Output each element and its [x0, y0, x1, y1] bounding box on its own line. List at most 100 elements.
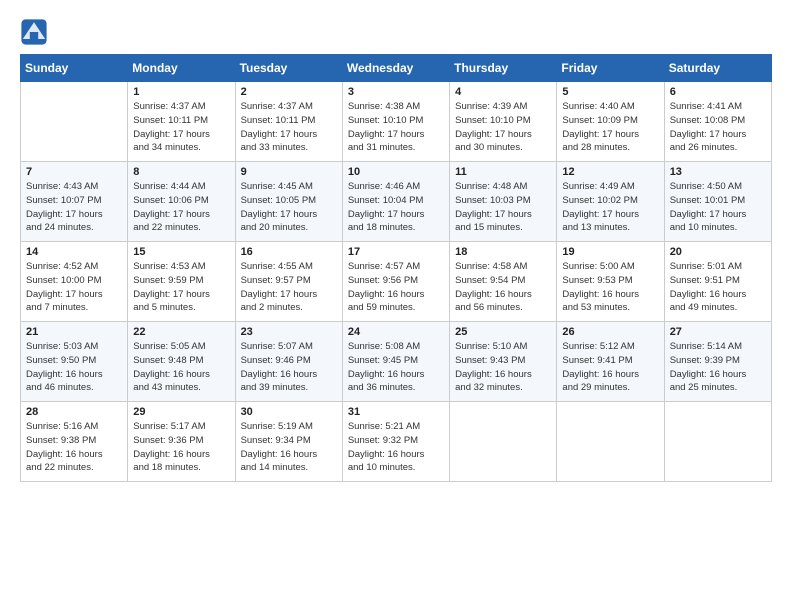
calendar-cell: 15Sunrise: 4:53 AM Sunset: 9:59 PM Dayli…	[128, 242, 235, 322]
calendar-week-1: 1Sunrise: 4:37 AM Sunset: 10:11 PM Dayli…	[21, 82, 772, 162]
calendar-cell: 28 Sunrise: 5:16 AM Sunset: 9:38 PM Dayli…	[21, 402, 128, 482]
calendar-cell: 6 Sunrise: 4:41 AM Sunset: 10:08 PM Dayli…	[664, 82, 771, 162]
day-number: 27	[670, 326, 766, 338]
day-number: 30	[241, 406, 337, 418]
day-info: Sunrise: 4:48 AM Sunset: 10:03 PM Daylig…	[455, 180, 551, 235]
calendar-cell	[450, 402, 557, 482]
day-number: 14	[26, 246, 122, 258]
calendar-cell: 29 Sunrise: 5:17 AM Sunset: 9:36 PM Dayli…	[128, 402, 235, 482]
day-info: Sunrise: 4:38 AM Sunset: 10:10 PM Daylig…	[348, 100, 444, 155]
header-day-friday: Friday	[557, 55, 664, 82]
day-number: 12	[562, 166, 658, 178]
day-number: 3	[348, 86, 444, 98]
calendar-week-2: 7 Sunrise: 4:43 AM Sunset: 10:07 PM Dayli…	[21, 162, 772, 242]
calendar-body: 1Sunrise: 4:37 AM Sunset: 10:11 PM Dayli…	[21, 82, 772, 482]
calendar-cell: 11Sunrise: 4:48 AM Sunset: 10:03 PM Dayl…	[450, 162, 557, 242]
day-info: Sunrise: 4:39 AM Sunset: 10:10 PM Daylig…	[455, 100, 551, 155]
day-number: 9	[241, 166, 337, 178]
calendar-week-3: 14Sunrise: 4:52 AM Sunset: 10:00 PM Dayl…	[21, 242, 772, 322]
calendar-cell: 24 Sunrise: 5:08 AM Sunset: 9:45 PM Dayli…	[342, 322, 449, 402]
calendar-cell: 2Sunrise: 4:37 AM Sunset: 10:11 PM Dayli…	[235, 82, 342, 162]
day-number: 29	[133, 406, 229, 418]
header-row	[20, 18, 772, 46]
day-info: Sunrise: 5:08 AM Sunset: 9:45 PM Dayligh…	[348, 340, 444, 395]
day-number: 25	[455, 326, 551, 338]
day-info: Sunrise: 4:43 AM Sunset: 10:07 PM Daylig…	[26, 180, 122, 235]
day-info: Sunrise: 5:10 AM Sunset: 9:43 PM Dayligh…	[455, 340, 551, 395]
day-info: Sunrise: 4:37 AM Sunset: 10:11 PM Daylig…	[241, 100, 337, 155]
calendar-container: SundayMondayTuesdayWednesdayThursdayFrid…	[0, 0, 792, 492]
calendar-cell: 19Sunrise: 5:00 AM Sunset: 9:53 PM Dayli…	[557, 242, 664, 322]
calendar-cell: 16Sunrise: 4:55 AM Sunset: 9:57 PM Dayli…	[235, 242, 342, 322]
calendar-cell: 5Sunrise: 4:40 AM Sunset: 10:09 PM Dayli…	[557, 82, 664, 162]
day-info: Sunrise: 5:07 AM Sunset: 9:46 PM Dayligh…	[241, 340, 337, 395]
day-number: 21	[26, 326, 122, 338]
day-number: 20	[670, 246, 766, 258]
calendar-week-5: 28 Sunrise: 5:16 AM Sunset: 9:38 PM Dayli…	[21, 402, 772, 482]
calendar-cell: 20 Sunrise: 5:01 AM Sunset: 9:51 PM Dayli…	[664, 242, 771, 322]
calendar-cell: 18 Sunrise: 4:58 AM Sunset: 9:54 PM Dayli…	[450, 242, 557, 322]
day-number: 24	[348, 326, 444, 338]
day-info: Sunrise: 5:21 AM Sunset: 9:32 PM Dayligh…	[348, 420, 444, 475]
day-info: Sunrise: 5:17 AM Sunset: 9:36 PM Dayligh…	[133, 420, 229, 475]
calendar-header: SundayMondayTuesdayWednesdayThursdayFrid…	[21, 55, 772, 82]
day-number: 15	[133, 246, 229, 258]
day-info: Sunrise: 4:45 AM Sunset: 10:05 PM Daylig…	[241, 180, 337, 235]
calendar-cell: 25 Sunrise: 5:10 AM Sunset: 9:43 PM Dayli…	[450, 322, 557, 402]
calendar-cell: 12 Sunrise: 4:49 AM Sunset: 10:02 PM Dayl…	[557, 162, 664, 242]
day-number: 28	[26, 406, 122, 418]
calendar-cell: 22Sunrise: 5:05 AM Sunset: 9:48 PM Dayli…	[128, 322, 235, 402]
day-info: Sunrise: 5:01 AM Sunset: 9:51 PM Dayligh…	[670, 260, 766, 315]
day-info: Sunrise: 5:16 AM Sunset: 9:38 PM Dayligh…	[26, 420, 122, 475]
logo	[20, 18, 52, 46]
calendar-cell: 30Sunrise: 5:19 AM Sunset: 9:34 PM Dayli…	[235, 402, 342, 482]
day-info: Sunrise: 4:37 AM Sunset: 10:11 PM Daylig…	[133, 100, 229, 155]
calendar-cell: 7 Sunrise: 4:43 AM Sunset: 10:07 PM Dayli…	[21, 162, 128, 242]
day-number: 13	[670, 166, 766, 178]
day-number: 19	[562, 246, 658, 258]
day-info: Sunrise: 5:03 AM Sunset: 9:50 PM Dayligh…	[26, 340, 122, 395]
header-row-days: SundayMondayTuesdayWednesdayThursdayFrid…	[21, 55, 772, 82]
calendar-table: SundayMondayTuesdayWednesdayThursdayFrid…	[20, 54, 772, 482]
calendar-cell: 17 Sunrise: 4:57 AM Sunset: 9:56 PM Dayli…	[342, 242, 449, 322]
header-day-sunday: Sunday	[21, 55, 128, 82]
calendar-cell: 14Sunrise: 4:52 AM Sunset: 10:00 PM Dayl…	[21, 242, 128, 322]
header-day-tuesday: Tuesday	[235, 55, 342, 82]
logo-icon	[20, 18, 48, 46]
calendar-week-4: 21 Sunrise: 5:03 AM Sunset: 9:50 PM Dayli…	[21, 322, 772, 402]
day-number: 4	[455, 86, 551, 98]
day-number: 22	[133, 326, 229, 338]
day-info: Sunrise: 4:57 AM Sunset: 9:56 PM Dayligh…	[348, 260, 444, 315]
day-number: 17	[348, 246, 444, 258]
calendar-cell: 27 Sunrise: 5:14 AM Sunset: 9:39 PM Dayli…	[664, 322, 771, 402]
day-info: Sunrise: 5:14 AM Sunset: 9:39 PM Dayligh…	[670, 340, 766, 395]
day-number: 26	[562, 326, 658, 338]
calendar-cell: 13 Sunrise: 4:50 AM Sunset: 10:01 PM Dayl…	[664, 162, 771, 242]
day-number: 18	[455, 246, 551, 258]
calendar-cell: 26 Sunrise: 5:12 AM Sunset: 9:41 PM Dayli…	[557, 322, 664, 402]
day-number: 6	[670, 86, 766, 98]
day-info: Sunrise: 5:12 AM Sunset: 9:41 PM Dayligh…	[562, 340, 658, 395]
calendar-cell: 10 Sunrise: 4:46 AM Sunset: 10:04 PM Dayl…	[342, 162, 449, 242]
calendar-cell: 23Sunrise: 5:07 AM Sunset: 9:46 PM Dayli…	[235, 322, 342, 402]
day-info: Sunrise: 4:41 AM Sunset: 10:08 PM Daylig…	[670, 100, 766, 155]
day-number: 31	[348, 406, 444, 418]
calendar-cell: 21 Sunrise: 5:03 AM Sunset: 9:50 PM Dayli…	[21, 322, 128, 402]
calendar-cell	[21, 82, 128, 162]
calendar-cell	[557, 402, 664, 482]
header-day-thursday: Thursday	[450, 55, 557, 82]
day-number: 16	[241, 246, 337, 258]
calendar-cell: 4 Sunrise: 4:39 AM Sunset: 10:10 PM Dayli…	[450, 82, 557, 162]
day-info: Sunrise: 4:50 AM Sunset: 10:01 PM Daylig…	[670, 180, 766, 235]
day-number: 7	[26, 166, 122, 178]
calendar-cell: 1Sunrise: 4:37 AM Sunset: 10:11 PM Dayli…	[128, 82, 235, 162]
day-info: Sunrise: 4:58 AM Sunset: 9:54 PM Dayligh…	[455, 260, 551, 315]
calendar-cell	[664, 402, 771, 482]
day-info: Sunrise: 4:49 AM Sunset: 10:02 PM Daylig…	[562, 180, 658, 235]
day-info: Sunrise: 4:46 AM Sunset: 10:04 PM Daylig…	[348, 180, 444, 235]
calendar-cell: 9 Sunrise: 4:45 AM Sunset: 10:05 PM Dayli…	[235, 162, 342, 242]
day-number: 10	[348, 166, 444, 178]
calendar-cell: 31 Sunrise: 5:21 AM Sunset: 9:32 PM Dayli…	[342, 402, 449, 482]
day-number: 8	[133, 166, 229, 178]
calendar-cell: 3 Sunrise: 4:38 AM Sunset: 10:10 PM Dayli…	[342, 82, 449, 162]
